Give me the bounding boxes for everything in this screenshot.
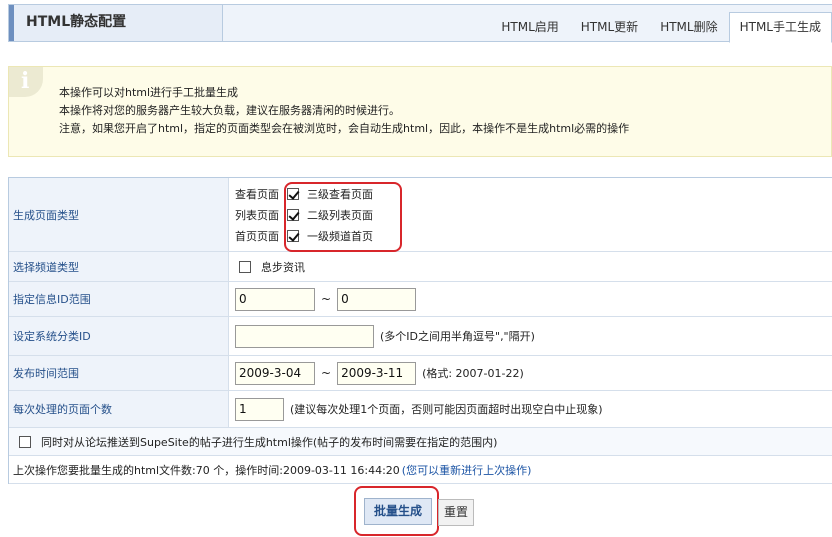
tab-html-update[interactable]: HTML更新 — [570, 12, 649, 42]
form-row-per-batch: 每次处理的页面个数 1 (建议每次处理1个页面，否则可能因页面超时出现空白中止现… — [9, 391, 832, 428]
form-row-page-type: 生成页面类型 查看页面 三级查看页面 列表页面 二级列表页面 首页页面 一级频道… — [9, 178, 832, 252]
checkbox-home-page[interactable] — [287, 229, 299, 242]
form-row-id-range: 指定信息ID范围 0 ~ 0 — [9, 282, 832, 317]
tab-html-delete[interactable]: HTML删除 — [649, 12, 728, 42]
info-line: 本操作可以对html进行手工批量生成 — [59, 86, 239, 99]
checkbox-view-page[interactable] — [287, 187, 299, 200]
info-icon: i — [9, 67, 43, 97]
range-separator: ~ — [321, 292, 332, 306]
page-title: HTML静态配置 — [9, 5, 223, 41]
page-type-name: 列表页面 — [235, 208, 279, 222]
checkbox-channel-news[interactable] — [239, 260, 251, 273]
batch-generate-button[interactable]: 批量生成 — [364, 498, 432, 525]
category-id-hint: (多个ID之间用半角逗号","隔开) — [380, 330, 535, 343]
checkbox-label: 二级列表页面 — [307, 208, 373, 222]
info-notice: i 本操作可以对html进行手工批量生成 本操作将对您的服务器产生较大负载，建议… — [8, 66, 832, 157]
form-row-channel-type: 选择频道类型 息步资讯 — [9, 252, 832, 282]
time-range-label: 发布时间范围 — [9, 356, 229, 390]
form-row-last-operation: 上次操作您要批量生成的html文件数:70 个，操作时间:2009-03-11 … — [9, 456, 832, 484]
checkbox-label: 一级频道首页 — [307, 229, 373, 243]
range-separator: ~ — [321, 366, 332, 380]
form-row-time-range: 发布时间范围 2009-3-04 ~ 2009-3-11 (格式: 2007-0… — [9, 356, 832, 391]
generate-form: 生成页面类型 查看页面 三级查看页面 列表页面 二级列表页面 首页页面 一级频道… — [8, 177, 832, 484]
form-row-forum-sync: 同时对从论坛推送到SupeSite的帖子进行生成html操作(帖子的发布时间需要… — [9, 428, 832, 456]
id-range-from-input[interactable]: 0 — [235, 287, 315, 311]
tab-html-manual-generate[interactable]: HTML手工生成 — [728, 12, 832, 43]
tab-html-enable[interactable]: HTML启用 — [490, 12, 569, 42]
per-batch-input[interactable]: 1 — [235, 397, 284, 421]
page-type-label: 生成页面类型 — [9, 178, 229, 251]
tab-bar: HTML启用 HTML更新 HTML删除 HTML手工生成 — [490, 12, 832, 43]
form-row-category-id: 设定系统分类ID (多个ID之间用半角逗号","隔开) — [9, 317, 832, 356]
time-range-hint: (格式: 2007-01-22) — [422, 367, 524, 380]
page-header: HTML静态配置 HTML启用 HTML更新 HTML删除 HTML手工生成 — [8, 4, 832, 43]
page-type-name: 首页页面 — [235, 229, 279, 243]
checkbox-forum-sync[interactable] — [19, 435, 31, 448]
info-line: 本操作将对您的服务器产生较大负载，建议在服务器清闲的时候进行。 — [59, 104, 400, 117]
id-range-to-input[interactable]: 0 — [337, 287, 417, 311]
per-batch-hint: (建议每次处理1个页面，否则可能因页面超时出现空白中止现象) — [290, 403, 603, 416]
checkbox-list-page[interactable] — [287, 208, 299, 221]
category-id-input[interactable] — [235, 324, 374, 348]
time-range-to-input[interactable]: 2009-3-11 — [337, 361, 417, 385]
id-range-label: 指定信息ID范围 — [9, 282, 229, 316]
reset-button[interactable]: 重置 — [438, 499, 474, 526]
checkbox-label: 三级查看页面 — [307, 187, 373, 201]
per-batch-label: 每次处理的页面个数 — [9, 391, 229, 427]
info-line: 注意，如果您开启了html，指定的页面类型会在被浏览时，会自动生成html，因此… — [59, 122, 630, 135]
forum-sync-label: 同时对从论坛推送到SupeSite的帖子进行生成html操作(帖子的发布时间需要… — [41, 435, 498, 449]
page-type-options: 查看页面 三级查看页面 列表页面 二级列表页面 首页页面 一级频道首页 — [235, 184, 373, 245]
last-operation-text: 上次操作您要批量生成的html文件数:70 个，操作时间:2009-03-11 … — [13, 463, 400, 477]
repeat-last-operation-link[interactable]: (您可以重新进行上次操作) — [402, 462, 532, 478]
category-id-label: 设定系统分类ID — [9, 317, 229, 355]
page-type-name: 查看页面 — [235, 187, 279, 201]
time-range-from-input[interactable]: 2009-3-04 — [235, 361, 315, 385]
checkbox-label: 息步资讯 — [261, 260, 305, 274]
channel-type-label: 选择频道类型 — [9, 252, 229, 281]
